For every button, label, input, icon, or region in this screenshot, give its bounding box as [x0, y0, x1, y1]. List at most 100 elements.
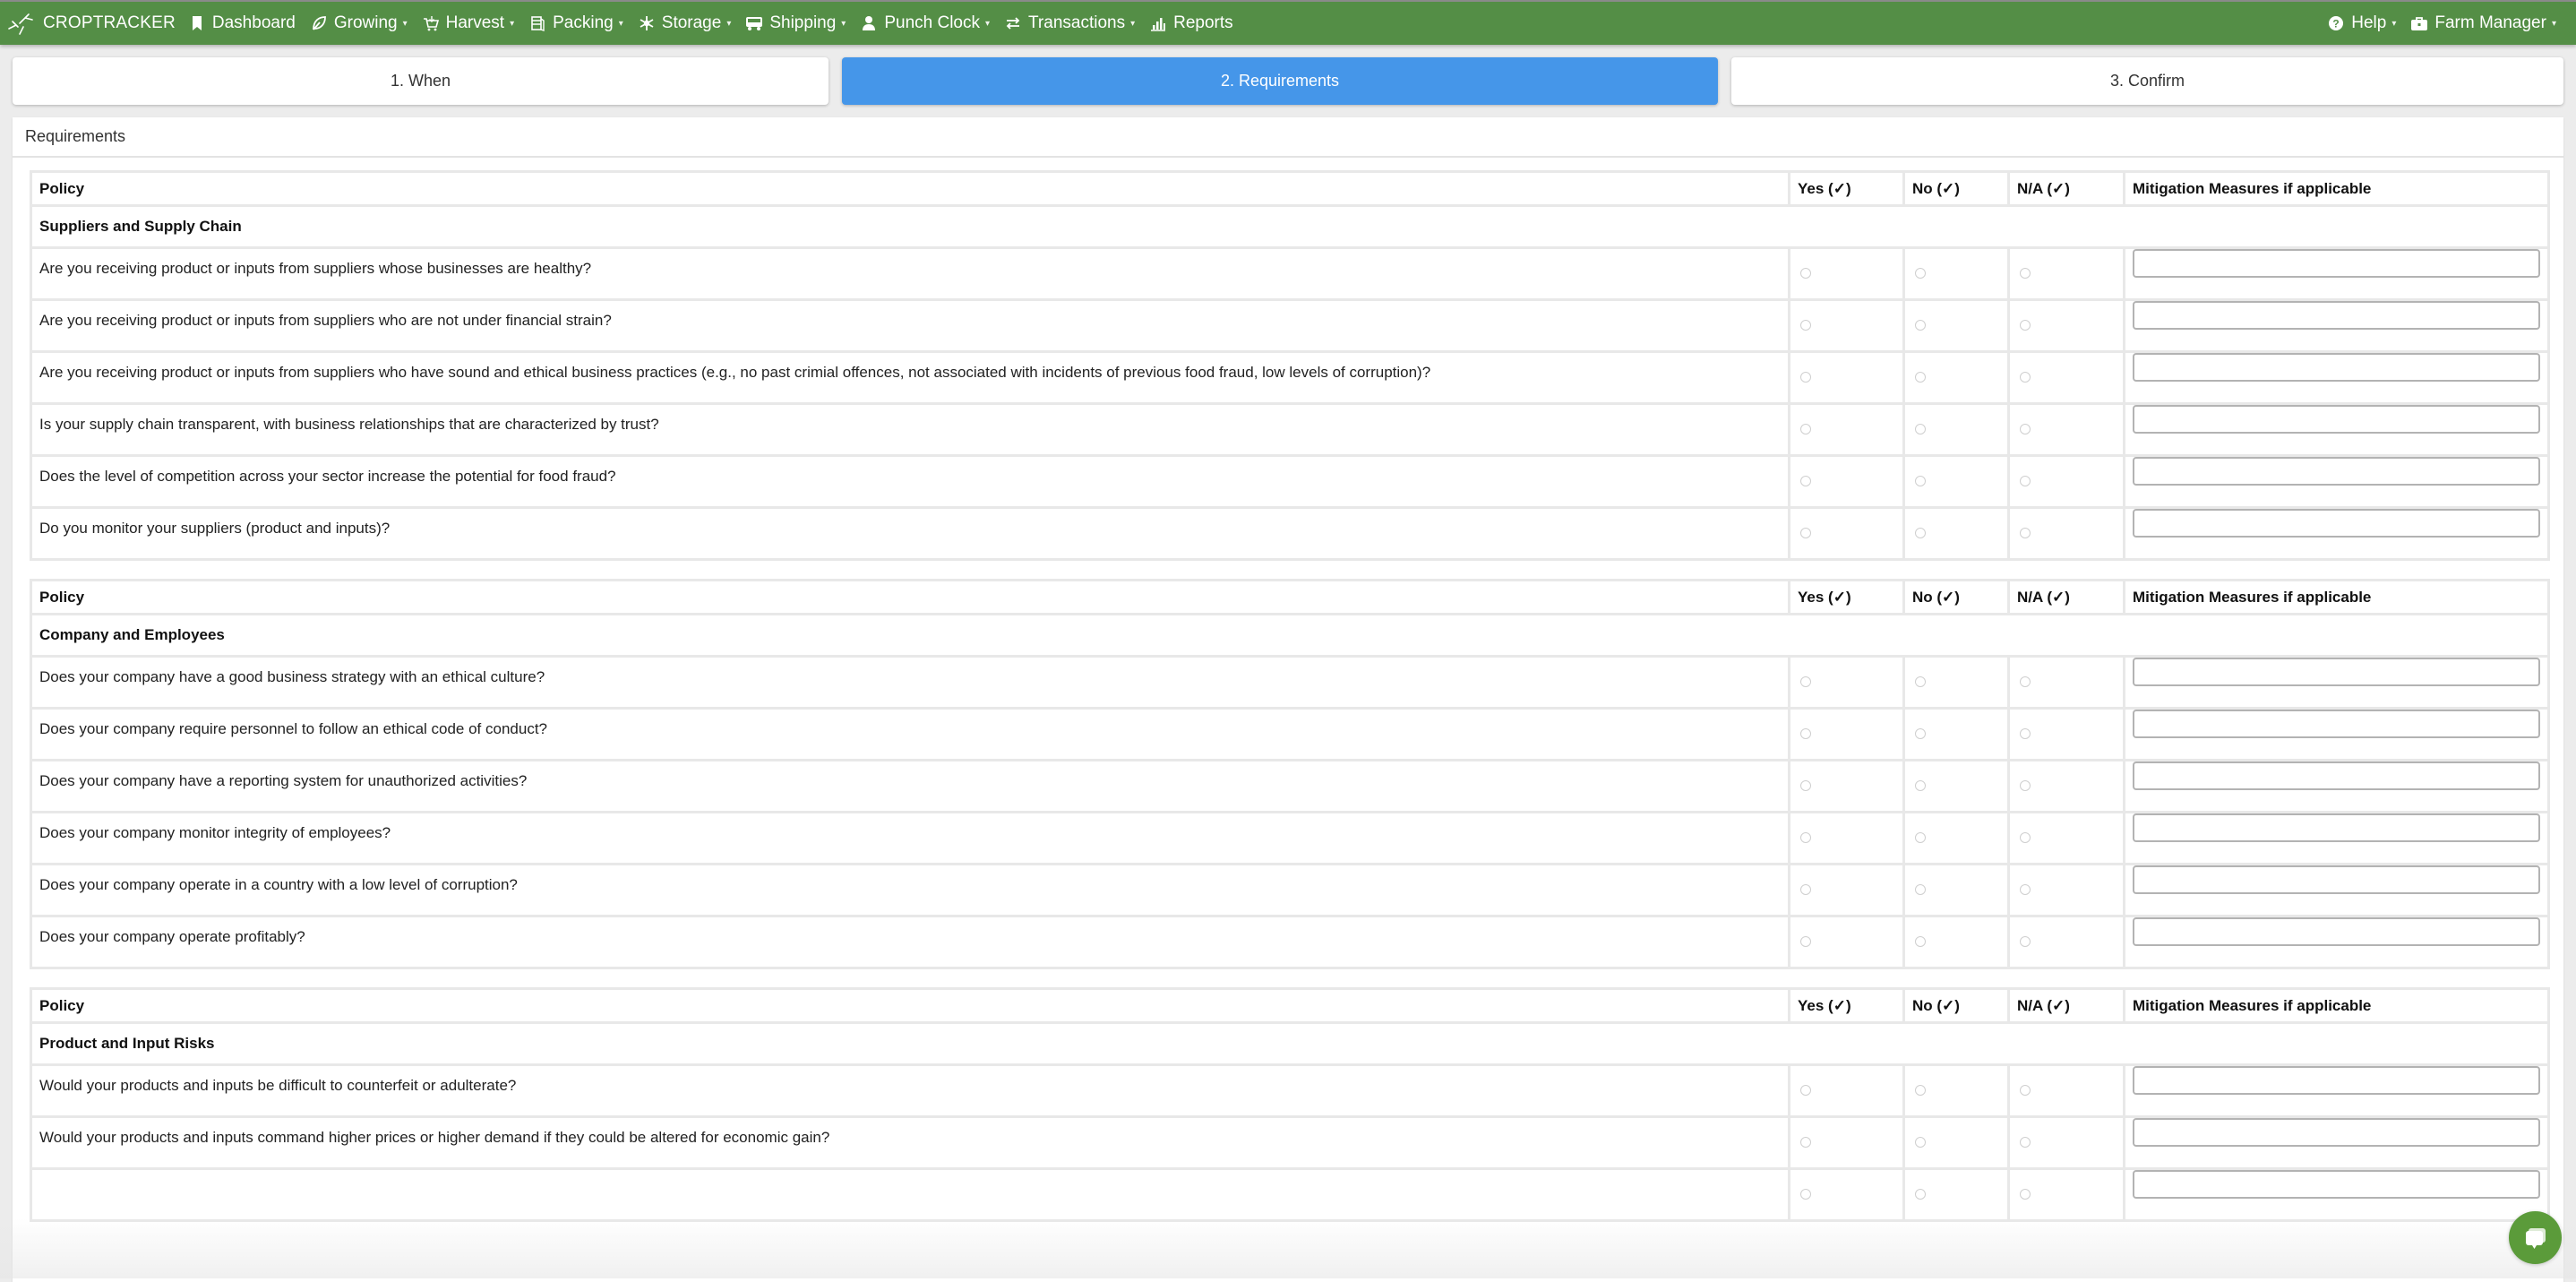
- radio-yes[interactable]: [1800, 1084, 1811, 1096]
- radio-na[interactable]: [2020, 267, 2031, 279]
- question-row: Does your company require personnel to f…: [30, 707, 2550, 761]
- mitigation-input[interactable]: [2133, 865, 2540, 894]
- nav-growing[interactable]: Growing ▾: [310, 13, 408, 33]
- radio-yes[interactable]: [1800, 831, 1811, 843]
- radio-na[interactable]: [2020, 1188, 2031, 1200]
- nav-punch-clock[interactable]: Punch Clock ▾: [860, 13, 990, 33]
- radio-no[interactable]: [1915, 831, 1926, 843]
- radio-no[interactable]: [1915, 475, 1926, 486]
- radio-yes[interactable]: [1800, 527, 1811, 538]
- radio-yes[interactable]: [1800, 1188, 1811, 1200]
- answer-cell-na: [2007, 655, 2125, 710]
- croptracker-logo-icon: [8, 13, 33, 35]
- step-requirements[interactable]: 2. Requirements: [842, 57, 1718, 105]
- table-header-row: Policy Yes (✓) No (✓) N/A (✓) Mitigation Mea…: [30, 987, 2550, 1024]
- radio-yes[interactable]: [1800, 935, 1811, 947]
- radio-yes[interactable]: [1800, 371, 1811, 383]
- step-when[interactable]: 1. When: [13, 57, 829, 105]
- nav-help[interactable]: ? Help ▾: [2327, 13, 2396, 33]
- mitigation-input[interactable]: [2133, 249, 2540, 278]
- nav-reports[interactable]: Reports: [1149, 13, 1233, 33]
- nav-harvest[interactable]: Harvest ▾: [422, 13, 514, 33]
- radio-na[interactable]: [2020, 1136, 2031, 1148]
- mitigation-input[interactable]: [2133, 1066, 2540, 1095]
- radio-yes[interactable]: [1800, 727, 1811, 739]
- radio-no[interactable]: [1915, 935, 1926, 947]
- radio-yes[interactable]: [1800, 675, 1811, 687]
- radio-yes[interactable]: [1800, 1136, 1811, 1148]
- radio-no[interactable]: [1915, 675, 1926, 687]
- chat-button[interactable]: [2509, 1211, 2562, 1264]
- radio-no[interactable]: [1915, 371, 1926, 383]
- step-confirm[interactable]: 3. Confirm: [1731, 57, 2563, 105]
- policy-table: Policy Yes (✓) No (✓) N/A (✓) Mitigation Mea…: [30, 579, 2550, 969]
- nav-storage-label: Storage: [661, 13, 722, 32]
- chat-bubble-icon: [2525, 1227, 2546, 1249]
- radio-na[interactable]: [2020, 935, 2031, 947]
- requirements-panel: Requirements Policy Yes (✓) No (✓) N/A (✓) M…: [13, 117, 2563, 1282]
- mitigation-input[interactable]: [2133, 917, 2540, 946]
- panel-title: Requirements: [13, 117, 2563, 158]
- radio-no[interactable]: [1915, 527, 1926, 538]
- question-row: Are you receiving product or inputs from…: [30, 246, 2550, 301]
- mitigation-input[interactable]: [2133, 813, 2540, 842]
- svg-text:?: ?: [2333, 18, 2340, 30]
- mitigation-input[interactable]: [2133, 301, 2540, 330]
- radio-na[interactable]: [2020, 727, 2031, 739]
- mitigation-input[interactable]: [2133, 1170, 2540, 1199]
- mitigation-cell: [2123, 1063, 2550, 1118]
- header-na: N/A (✓): [2007, 987, 2125, 1024]
- radio-na[interactable]: [2020, 371, 2031, 383]
- radio-no[interactable]: [1915, 727, 1926, 739]
- radio-na[interactable]: [2020, 831, 2031, 843]
- radio-yes[interactable]: [1800, 475, 1811, 486]
- radio-no[interactable]: [1915, 1188, 1926, 1200]
- radio-no[interactable]: [1915, 883, 1926, 895]
- radio-na[interactable]: [2020, 1084, 2031, 1096]
- header-yes: Yes (✓): [1788, 579, 1905, 615]
- radio-no[interactable]: [1915, 1084, 1926, 1096]
- radio-no[interactable]: [1915, 319, 1926, 331]
- radio-na[interactable]: [2020, 675, 2031, 687]
- radio-na[interactable]: [2020, 779, 2031, 791]
- caret-down-icon: ▾: [841, 18, 846, 29]
- nav-farm-manager[interactable]: Farm Manager ▾: [2410, 13, 2556, 33]
- radio-no[interactable]: [1915, 423, 1926, 435]
- mitigation-input[interactable]: [2133, 457, 2540, 486]
- radio-no[interactable]: [1915, 1136, 1926, 1148]
- mitigation-input[interactable]: [2133, 710, 2540, 738]
- radio-no[interactable]: [1915, 267, 1926, 279]
- briefcase-icon: [2410, 14, 2428, 32]
- question-circle-icon: ?: [2327, 14, 2345, 32]
- mitigation-input[interactable]: [2133, 761, 2540, 790]
- mitigation-input[interactable]: [2133, 353, 2540, 382]
- radio-yes[interactable]: [1800, 883, 1811, 895]
- caret-down-icon: ▾: [618, 18, 623, 29]
- mitigation-input[interactable]: [2133, 658, 2540, 686]
- answer-cell-no: [1902, 707, 2010, 761]
- nav-packing[interactable]: Packing ▾: [528, 13, 623, 33]
- nav-transactions[interactable]: Transactions ▾: [1004, 13, 1135, 33]
- radio-na[interactable]: [2020, 527, 2031, 538]
- nav-storage[interactable]: Storage ▾: [638, 13, 731, 33]
- answer-cell-na: [2007, 298, 2125, 353]
- radio-yes[interactable]: [1800, 779, 1811, 791]
- nav-dashboard[interactable]: Dashboard: [188, 13, 296, 33]
- mitigation-input[interactable]: [2133, 509, 2540, 538]
- radio-na[interactable]: [2020, 883, 2031, 895]
- radio-na[interactable]: [2020, 475, 2031, 486]
- radio-na[interactable]: [2020, 319, 2031, 331]
- question-row: Are you receiving product or inputs from…: [30, 298, 2550, 353]
- mitigation-input[interactable]: [2133, 405, 2540, 434]
- answer-cell-no: [1902, 759, 2010, 813]
- radio-yes[interactable]: [1800, 319, 1811, 331]
- mitigation-input[interactable]: [2133, 1118, 2540, 1147]
- radio-yes[interactable]: [1800, 267, 1811, 279]
- radio-no[interactable]: [1915, 779, 1926, 791]
- radio-na[interactable]: [2020, 423, 2031, 435]
- radio-yes[interactable]: [1800, 423, 1811, 435]
- brand-logo[interactable]: CROPTRACKER: [7, 11, 176, 36]
- policy-table: Policy Yes (✓) No (✓) N/A (✓) Mitigation Mea…: [30, 170, 2550, 561]
- nav-shipping[interactable]: Shipping ▾: [745, 13, 846, 33]
- question-row: [30, 1167, 2550, 1222]
